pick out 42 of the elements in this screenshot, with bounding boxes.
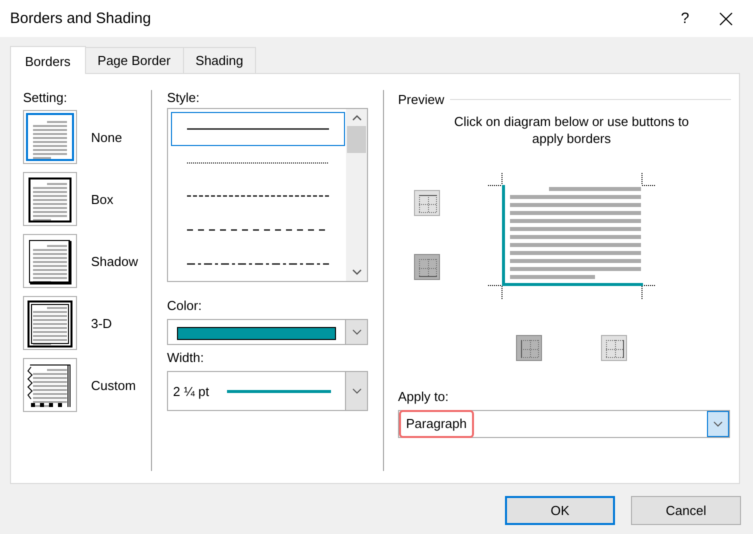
tab[interactable]: Borders xyxy=(10,46,86,74)
setting-option-button[interactable] xyxy=(23,172,77,226)
style-list[interactable] xyxy=(167,108,368,282)
color-label: Color: xyxy=(167,298,203,315)
setting-option-button[interactable] xyxy=(23,358,77,412)
chevron-down-icon[interactable] xyxy=(352,388,362,394)
dialog-button[interactable]: OK xyxy=(505,496,615,525)
tab[interactable]: Shading xyxy=(182,47,256,73)
border-toggle-button[interactable] xyxy=(516,335,542,361)
setting-option-label[interactable]: Custom xyxy=(91,378,136,392)
apply-to-value: Paragraph xyxy=(399,410,474,438)
width-label: Width: xyxy=(167,350,205,367)
border-toggle-button[interactable] xyxy=(414,190,440,216)
color-dropdown[interactable] xyxy=(167,319,368,345)
close-icon[interactable] xyxy=(719,12,733,26)
setting-option-button[interactable] xyxy=(23,234,77,288)
line-style-option[interactable] xyxy=(171,112,345,146)
apply-to-dropdown[interactable]: Paragraph xyxy=(398,410,730,438)
help-button[interactable]: ? xyxy=(665,10,705,27)
border-toggle-button[interactable] xyxy=(414,254,440,280)
scroll-down-icon[interactable] xyxy=(352,269,362,275)
preview-drawing[interactable] xyxy=(488,173,656,299)
dialog-button[interactable]: Cancel xyxy=(631,496,741,525)
preview-hint: Click on diagram below or use buttons to apply borders xyxy=(453,113,690,147)
setting-option-button[interactable] xyxy=(23,296,77,350)
style-label: Style: xyxy=(167,90,201,107)
chevron-down-icon[interactable] xyxy=(713,421,723,427)
chevron-down-icon[interactable] xyxy=(352,329,362,335)
setting-option-label[interactable]: Box xyxy=(91,192,114,206)
setting-label: Setting: xyxy=(23,90,68,107)
setting-option-label[interactable]: 3-D xyxy=(91,316,112,330)
setting-option-label[interactable]: Shadow xyxy=(91,254,138,268)
scroll-up-icon[interactable] xyxy=(352,115,362,121)
setting-option-label[interactable]: None xyxy=(91,130,122,144)
scrollbar[interactable] xyxy=(346,109,367,281)
window-title: Borders and Shading xyxy=(10,10,152,27)
width-dropdown[interactable]: 2 ¼ pt xyxy=(167,371,368,411)
width-value: 2 ¼ pt xyxy=(173,384,210,398)
apply-to-label: Apply to: xyxy=(398,389,450,406)
preview-heading: Preview xyxy=(398,92,444,106)
border-toggle-button[interactable] xyxy=(601,335,627,361)
scroll-thumb[interactable] xyxy=(347,126,366,153)
